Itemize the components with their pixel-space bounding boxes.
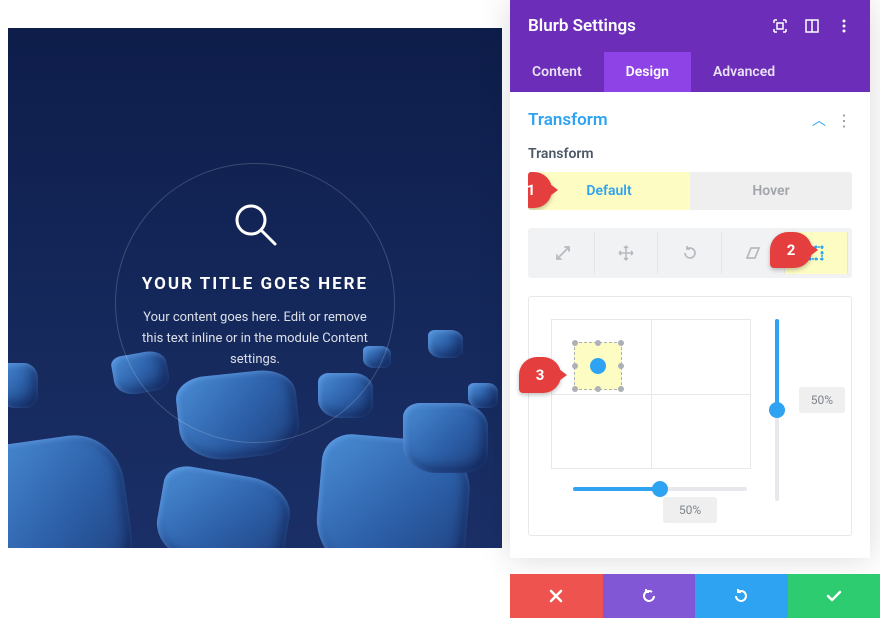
tab-content[interactable]: Content bbox=[510, 52, 604, 92]
rock-shape bbox=[8, 363, 38, 408]
rock-shape bbox=[151, 462, 296, 548]
origin-x-slider[interactable] bbox=[573, 487, 747, 491]
settings-panel: Blurb Settings Content Design Advanced T… bbox=[510, 0, 870, 558]
state-toggle: 1 Default Hover bbox=[528, 172, 852, 210]
more-icon[interactable] bbox=[836, 18, 852, 34]
panel-tabs: Content Design Advanced bbox=[510, 52, 870, 92]
slider-thumb[interactable] bbox=[769, 402, 785, 418]
blurb-module[interactable]: YOUR TITLE GOES HERE Your content goes h… bbox=[115, 163, 395, 443]
origin-handle[interactable] bbox=[572, 386, 578, 392]
expand-icon[interactable] bbox=[772, 18, 788, 34]
undo-button[interactable] bbox=[603, 574, 696, 618]
panel-header[interactable]: Blurb Settings bbox=[510, 0, 870, 52]
blurb-title[interactable]: YOUR TITLE GOES HERE bbox=[142, 274, 368, 294]
tool-scale-icon[interactable] bbox=[532, 232, 595, 274]
redo-button[interactable] bbox=[695, 574, 788, 618]
origin-selector[interactable] bbox=[574, 342, 622, 390]
rock-shape bbox=[403, 403, 488, 473]
origin-handle[interactable] bbox=[595, 386, 601, 392]
origin-grid[interactable] bbox=[551, 319, 751, 469]
tab-advanced[interactable]: Advanced bbox=[691, 52, 797, 92]
tool-translate-icon[interactable] bbox=[595, 232, 658, 274]
origin-x-value[interactable]: 50% bbox=[663, 497, 717, 523]
blurb-content[interactable]: Your content goes here. Edit or remove t… bbox=[116, 308, 394, 370]
preview-canvas: YOUR TITLE GOES HERE Your content goes h… bbox=[8, 28, 502, 548]
slider-thumb[interactable] bbox=[652, 481, 668, 497]
columns-icon[interactable] bbox=[804, 18, 820, 34]
section-title[interactable]: Transform bbox=[528, 110, 608, 130]
panel-title: Blurb Settings bbox=[528, 16, 636, 36]
options-icon[interactable]: ⋮ bbox=[836, 111, 852, 130]
search-icon bbox=[230, 199, 280, 249]
chevron-up-icon[interactable]: ︿ bbox=[812, 110, 826, 130]
transform-tool-row: 2 bbox=[528, 228, 852, 278]
rock-shape bbox=[8, 429, 138, 548]
tool-rotate-icon[interactable] bbox=[658, 232, 721, 274]
origin-y-value[interactable]: 50% bbox=[799, 387, 845, 413]
callout-badge: 2 bbox=[770, 232, 812, 268]
rock-shape bbox=[468, 383, 498, 408]
state-hover-button[interactable]: Hover bbox=[690, 172, 852, 210]
rock-shape bbox=[428, 330, 463, 358]
save-button[interactable] bbox=[788, 574, 880, 618]
origin-handle[interactable] bbox=[572, 340, 578, 346]
cancel-button[interactable] bbox=[510, 574, 603, 618]
tab-design[interactable]: Design bbox=[604, 52, 691, 92]
origin-handle[interactable] bbox=[618, 386, 624, 392]
origin-handle[interactable] bbox=[572, 363, 578, 369]
origin-handle[interactable] bbox=[595, 340, 601, 346]
origin-handle[interactable] bbox=[618, 340, 624, 346]
transform-origin-control: 50% 3 50% bbox=[528, 296, 852, 536]
field-label: Transform bbox=[528, 146, 852, 162]
callout-badge: 3 bbox=[519, 357, 561, 393]
origin-handle[interactable] bbox=[618, 363, 624, 369]
panel-footer bbox=[510, 574, 880, 618]
origin-center-handle[interactable] bbox=[590, 358, 606, 374]
